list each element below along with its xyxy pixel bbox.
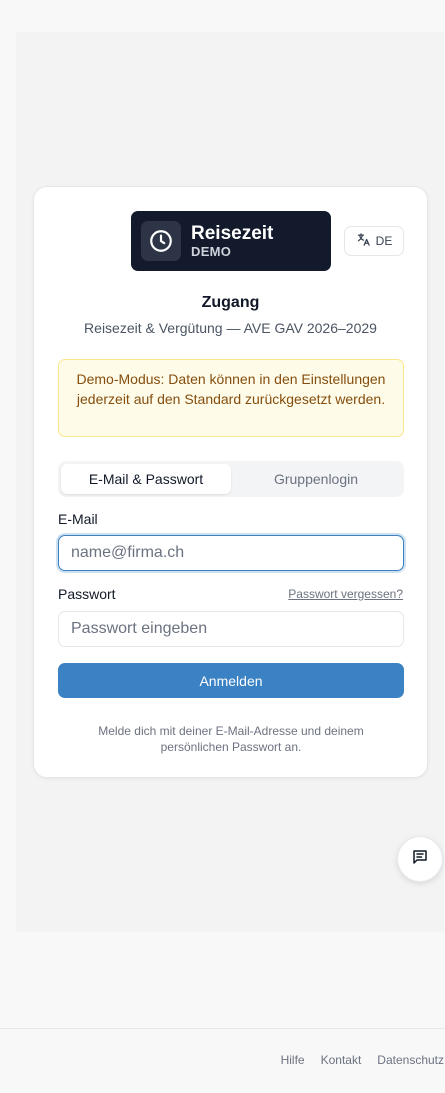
demo-notice: Demo-Modus: Daten können in den Einstell… [58,359,404,437]
feedback-button[interactable] [397,836,443,882]
tab-group-login[interactable]: Gruppenlogin [231,464,401,494]
app-name: Reisezeit [191,222,274,244]
clock-icon [141,221,181,261]
footer-link-help[interactable]: Hilfe [281,1053,305,1067]
page: Reisezeit DEMO DE Zugang Reisezeit & Ver… [0,0,445,1093]
email-label: E-Mail [58,511,98,527]
page-title: Zugang [201,294,260,311]
tab-email-password[interactable]: E-Mail & Passwort [61,464,231,494]
forgot-password-link[interactable]: Passwort vergessen? [288,587,403,601]
password-field[interactable] [58,611,404,647]
footer-link-privacy[interactable]: Datenschutz [377,1053,444,1067]
login-hint: Melde dich mit deiner E-Mail-Adresse und… [98,724,364,754]
password-label: Passwort [58,586,116,602]
footer-links: Hilfe Kontakt Datenschutz [281,1053,444,1067]
footer-link-contact[interactable]: Kontakt [321,1053,362,1067]
message-icon [411,848,429,871]
login-button[interactable]: Anmelden [58,663,404,698]
language-button[interactable]: DE [344,226,404,256]
translate-icon [356,232,371,250]
app-badge: DEMO [191,243,232,259]
language-label: DE [375,234,393,248]
email-field[interactable] [58,535,404,571]
login-method-tabs: E-Mail & Passwort Gruppenlogin [58,461,404,497]
app-logo: Reisezeit DEMO [131,211,331,271]
login-card: Reisezeit DEMO DE Zugang Reisezeit & Ver… [33,186,428,778]
page-subtitle: Reisezeit & Vergütung — AVE GAV 2026–202… [84,320,377,336]
footer-divider [0,1028,445,1029]
